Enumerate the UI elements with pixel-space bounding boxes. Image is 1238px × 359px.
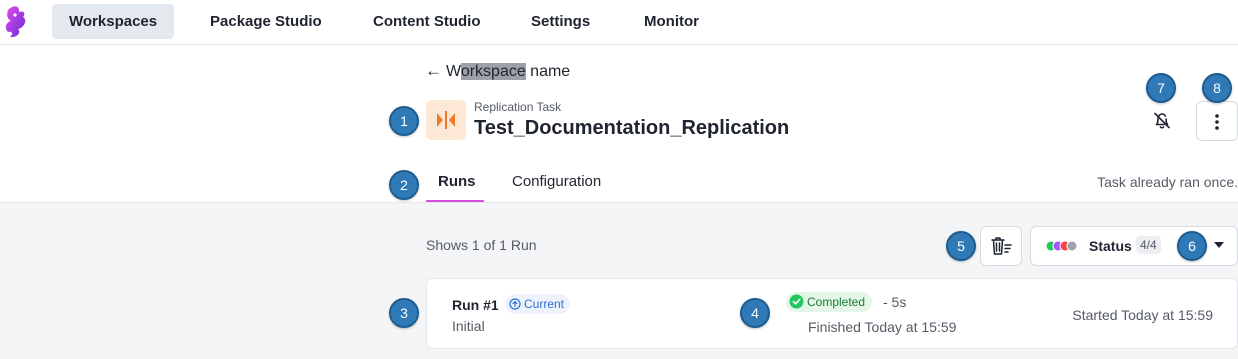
check-circle-icon: [789, 294, 804, 309]
clear-runs-button[interactable]: [980, 226, 1022, 266]
task-type-label: Replication Task: [474, 100, 562, 114]
task-run-note: Task already ran once.: [1097, 174, 1238, 190]
replication-icon: [426, 100, 466, 140]
run-trigger-type: Initial: [452, 318, 485, 334]
more-options-button[interactable]: [1196, 101, 1238, 141]
run-status-label: Completed: [807, 295, 866, 309]
callout-marker-1: 1: [389, 106, 419, 136]
status-dot: [1066, 240, 1078, 252]
status-color-dots-icon: [1045, 240, 1078, 252]
more-vertical-icon: [1215, 114, 1219, 130]
current-run-badge-label: Current: [524, 297, 565, 311]
callout-marker-2: 2: [389, 170, 419, 200]
callout-marker-7: 7: [1146, 73, 1176, 103]
bell-off-icon: [1154, 112, 1170, 129]
app-logo-icon[interactable]: [2, 2, 32, 42]
nav-package-studio[interactable]: Package Studio: [193, 4, 339, 39]
run-duration: - 5s: [883, 294, 907, 310]
run-list-item[interactable]: Run #1 Current Initial Completed - 5s Fi…: [426, 278, 1238, 349]
tab-configuration[interactable]: Configuration: [512, 173, 601, 190]
callout-marker-5: 5: [946, 231, 976, 261]
task-title: Test_Documentation_Replication: [474, 117, 790, 139]
back-link-text-end: name: [525, 63, 571, 80]
callout-marker-4: 4: [740, 298, 770, 328]
tab-runs[interactable]: Runs: [438, 173, 476, 190]
arrow-up-circle-icon: [509, 298, 521, 310]
callout-marker-3: 3: [389, 298, 419, 328]
back-link-text-highlight: orkspace: [460, 63, 526, 80]
run-finished-time: Finished Today at 15:59: [808, 319, 957, 335]
top-navigation-bar: Workspaces Package Studio Content Studio…: [0, 0, 1238, 45]
back-to-workspace-link[interactable]: ← Workspace name: [425, 61, 570, 81]
runs-count-summary: Shows 1 of 1 Run: [426, 237, 537, 253]
back-arrow-icon: ←: [425, 61, 442, 80]
status-filter-count: 4/4: [1136, 236, 1161, 254]
callout-marker-8: 8: [1202, 73, 1232, 103]
nav-monitor[interactable]: Monitor: [627, 4, 716, 39]
nav-workspaces[interactable]: Workspaces: [52, 4, 175, 39]
nav-content-studio[interactable]: Content Studio: [356, 4, 497, 39]
back-link-text-start: W: [446, 63, 461, 80]
trash-filter-icon: [991, 237, 1012, 255]
notifications-toggle-button[interactable]: [1147, 106, 1177, 136]
status-filter-label: Status: [1089, 238, 1132, 254]
run-title: Run #1: [452, 297, 499, 313]
current-run-badge: Current: [505, 294, 571, 314]
chevron-down-icon: [1214, 242, 1224, 248]
run-started-time: Started Today at 15:59: [1072, 307, 1213, 323]
nav-settings[interactable]: Settings: [514, 4, 607, 39]
run-status-badge: Completed: [786, 292, 873, 312]
callout-marker-6: 6: [1177, 231, 1207, 261]
